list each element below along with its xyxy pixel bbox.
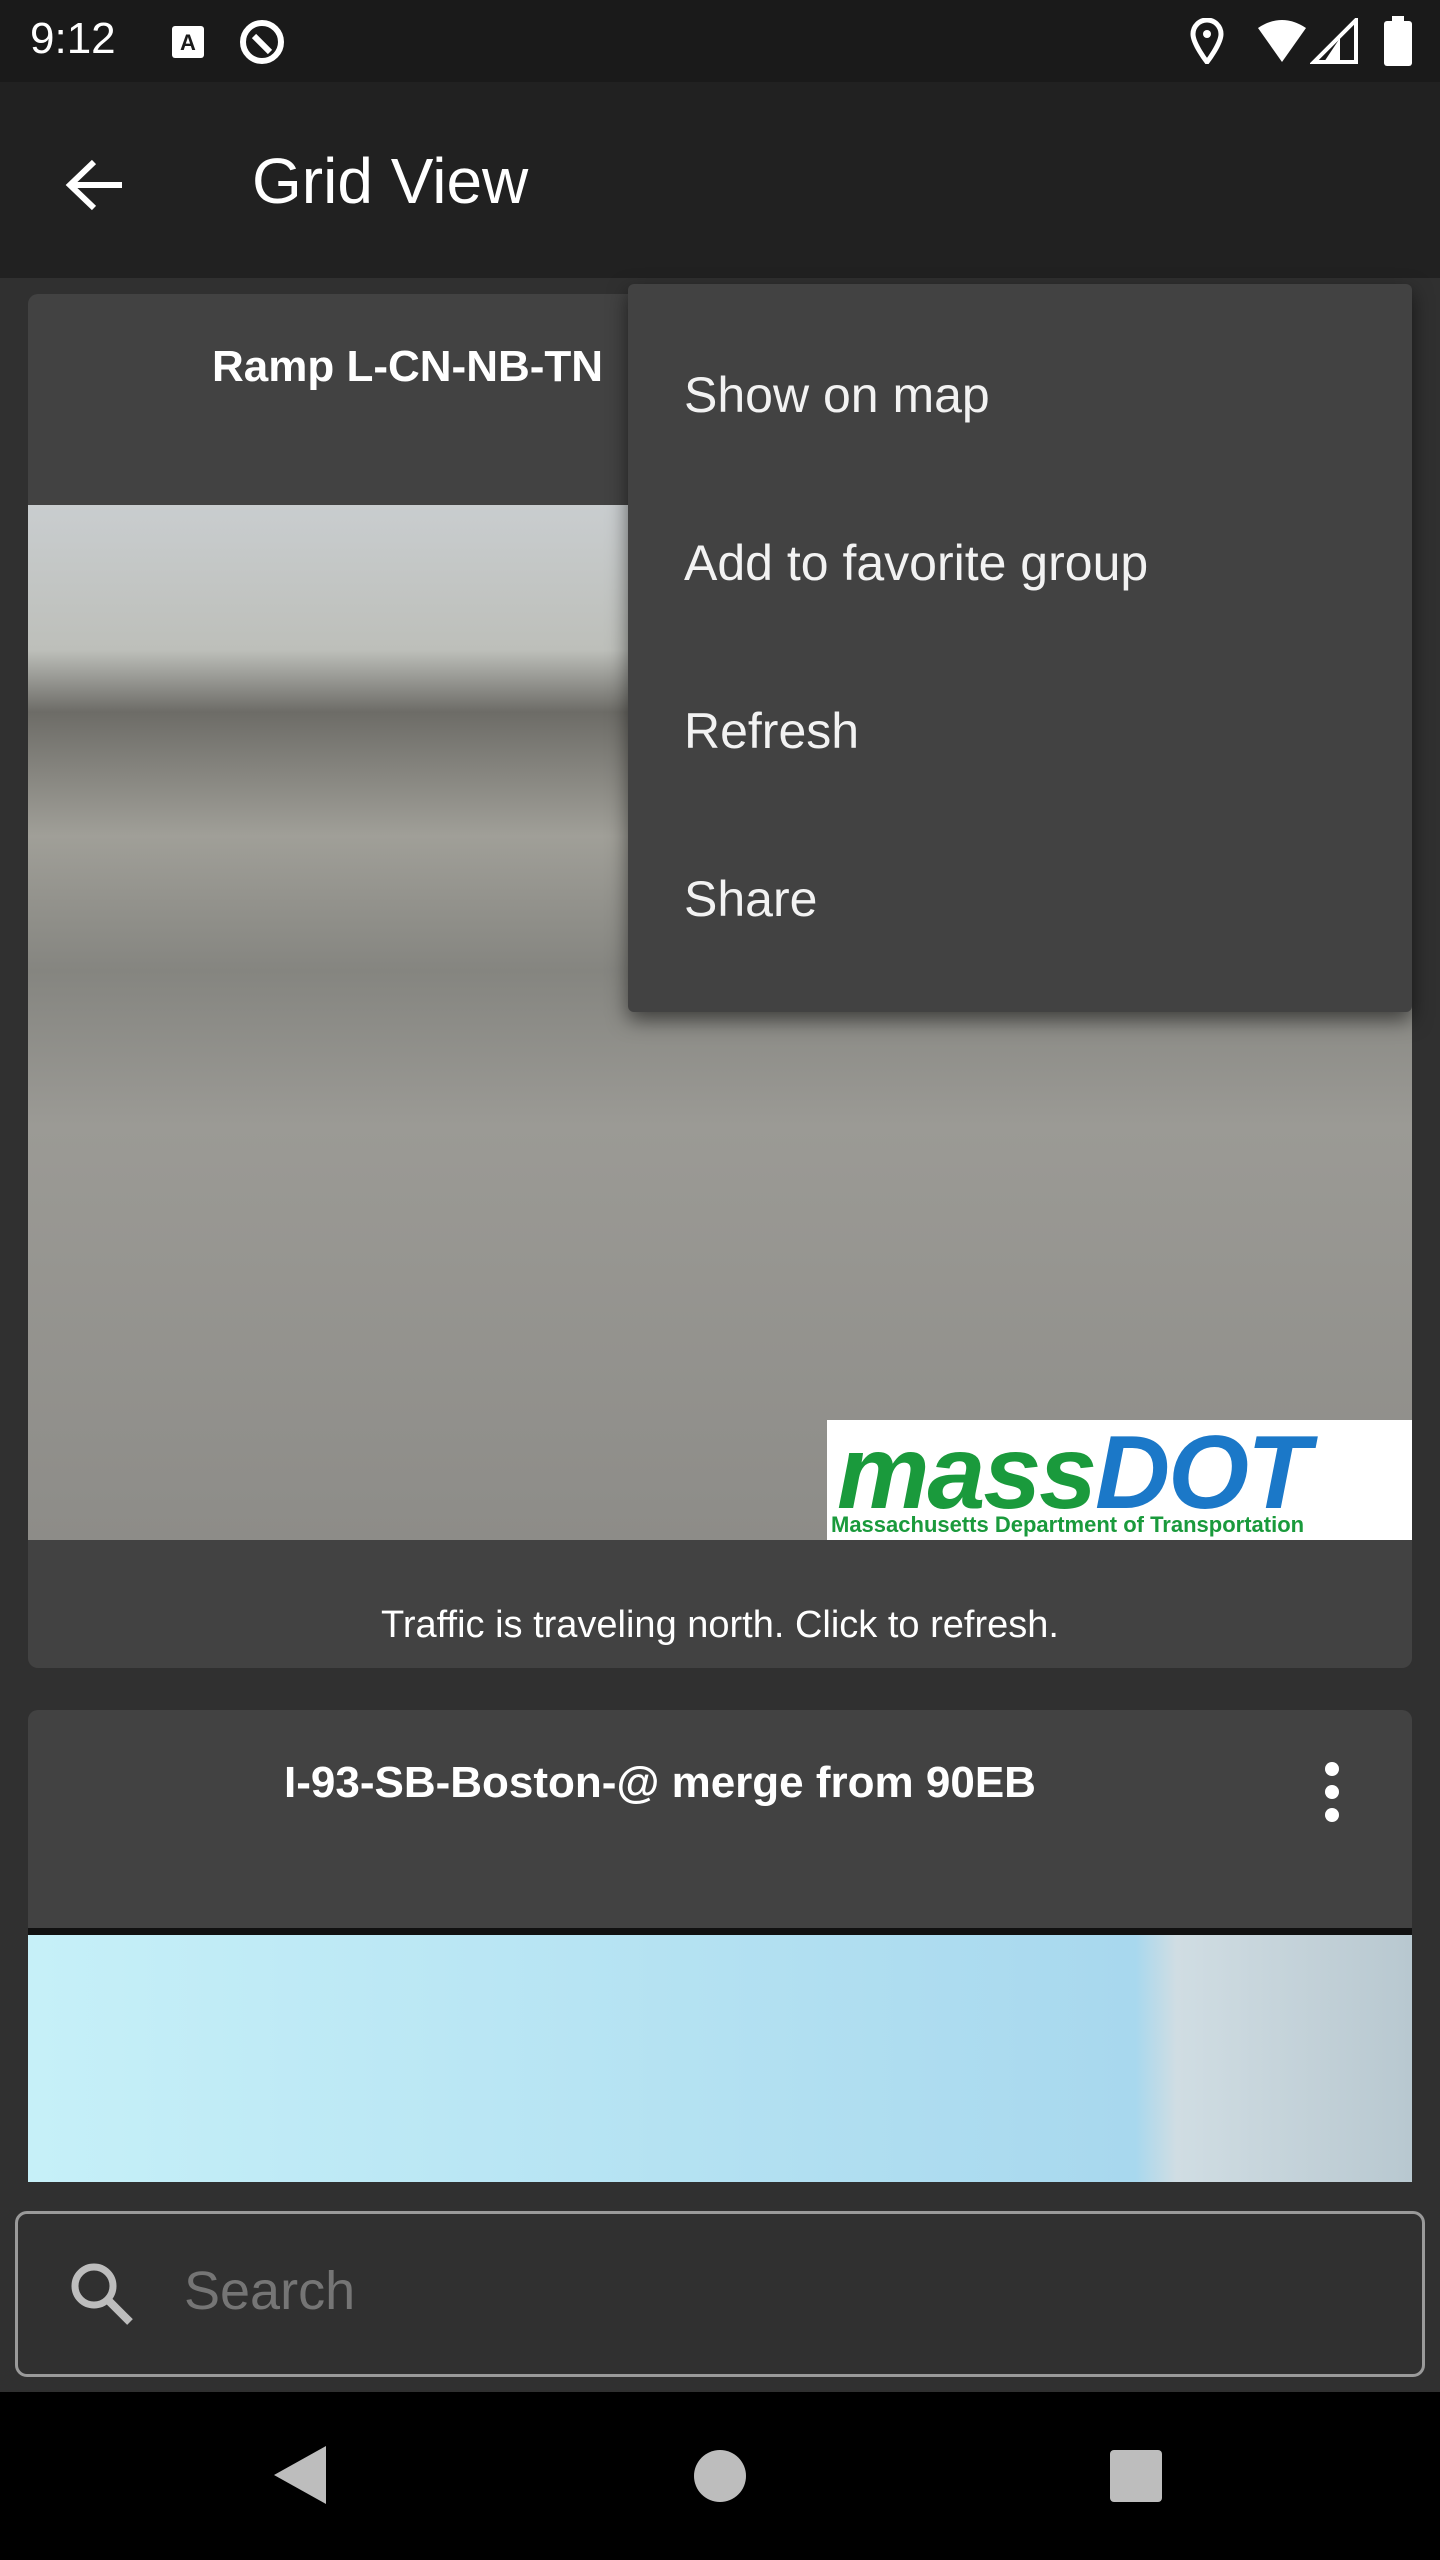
page-title: Grid View — [252, 145, 529, 217]
massdot-logo: massDOT Massachusetts Department of Tran… — [827, 1415, 1412, 1540]
home-circle-icon[interactable] — [692, 2448, 748, 2504]
menu-item-add-to-favorite-group[interactable]: Add to favorite group — [628, 479, 1412, 647]
search-bar[interactable] — [15, 2211, 1425, 2377]
camera-caption[interactable]: Traffic is traveling north. Click to ref… — [28, 1604, 1412, 1647]
location-icon — [1190, 18, 1224, 64]
status-bar: 9:12 A — [0, 0, 1440, 82]
camera-card-header: I-93-SB-Boston-@ merge from 90EB — [28, 1710, 1412, 1918]
svg-text:A: A — [180, 30, 196, 55]
menu-item-share[interactable]: Share — [628, 815, 1412, 983]
menu-item-refresh[interactable]: Refresh — [628, 647, 1412, 815]
a-notification-icon: A — [172, 26, 204, 58]
recents-square-icon[interactable] — [1108, 2448, 1164, 2504]
search-input[interactable] — [184, 2260, 1284, 2322]
wifi-icon — [1258, 20, 1306, 62]
search-icon — [71, 2263, 133, 2325]
battery-icon — [1384, 16, 1412, 66]
sync-icon — [240, 20, 284, 64]
navigation-bar — [0, 2392, 1440, 2560]
app-bar: Grid View — [0, 82, 1440, 278]
signal-icon — [1310, 18, 1358, 64]
overflow-menu: Show on map Add to favorite group Refres… — [628, 284, 1412, 1012]
menu-item-show-on-map[interactable]: Show on map — [628, 311, 1412, 479]
back-triangle-icon[interactable] — [270, 2442, 330, 2508]
camera-card[interactable]: I-93-SB-Boston-@ merge from 90EB — [28, 1710, 1412, 2182]
more-vert-icon[interactable] — [1322, 1762, 1342, 1822]
clock: 9:12 — [30, 14, 116, 63]
camera-title: I-93-SB-Boston-@ merge from 90EB — [284, 1758, 1036, 1807]
arrow-back-icon[interactable] — [60, 150, 130, 220]
camera-image[interactable] — [28, 1935, 1412, 2182]
